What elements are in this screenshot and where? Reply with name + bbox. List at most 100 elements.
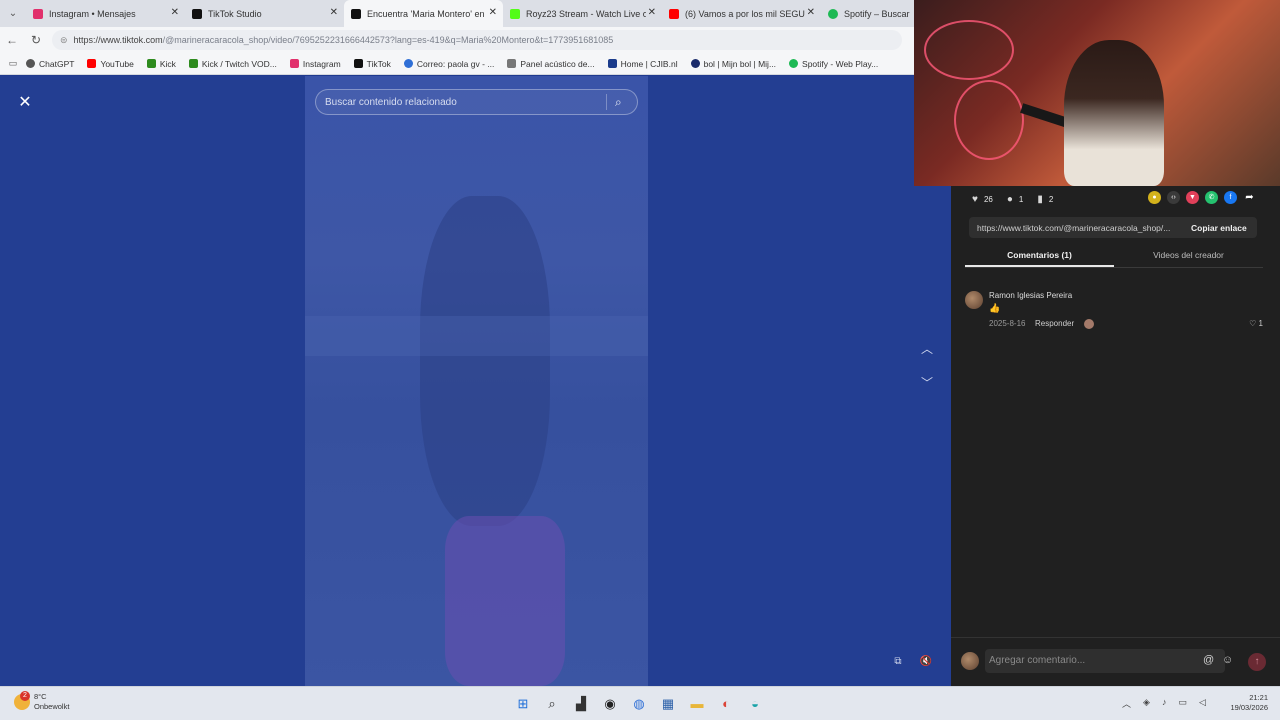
- clock[interactable]: 21:21 19/03/2026: [1228, 693, 1268, 713]
- tab-title: Instagram • Mensajes: [49, 8, 136, 19]
- bookmark-item[interactable]: Spotify - Web Play...: [789, 59, 878, 69]
- close-tab-icon[interactable]: ✕: [330, 7, 338, 18]
- app-icon[interactable]: ◍: [628, 693, 650, 715]
- copy-link-button[interactable]: Copiar enlace: [1179, 223, 1247, 233]
- picture-in-picture-icon[interactable]: ⧉: [889, 653, 907, 671]
- bookmark-item[interactable]: Kick: [146, 59, 176, 69]
- webcam-overlay: [914, 0, 1280, 186]
- mention-icon[interactable]: @: [1203, 654, 1214, 666]
- weather-widget[interactable]: 2 8°C Onbewolkt: [14, 691, 69, 712]
- send-icon[interactable]: ↑: [1248, 653, 1266, 671]
- sidebar-toggle-icon[interactable]: ▭: [0, 58, 26, 69]
- browser-tab[interactable]: TikTok Studio ✕: [185, 0, 344, 27]
- bookmark-item[interactable]: bol | Mijn bol | Mij...: [690, 58, 777, 69]
- browser-tab-active[interactable]: Encuentra 'Maria Montero' en TikTok ✕: [344, 0, 503, 27]
- repost-icon[interactable]: ●: [1148, 191, 1161, 204]
- emoji-icon[interactable]: ☺: [1222, 654, 1233, 666]
- weather-icon: 2: [14, 691, 30, 710]
- reply-button[interactable]: Responder: [1035, 319, 1074, 328]
- site-info-icon[interactable]: ⊜: [60, 35, 68, 46]
- calculator-icon[interactable]: ▦: [657, 693, 679, 715]
- system-tray: ︿ ◈ ♪ ▭ ◁: [1122, 697, 1218, 710]
- whatsapp-icon[interactable]: ✆: [1205, 191, 1218, 204]
- comment-date: 2025-8-16: [989, 319, 1026, 328]
- instagram-icon: [33, 8, 43, 19]
- browser-tab[interactable]: (6) Vamos a por los mil SEGUIDORES ✕: [662, 0, 821, 27]
- close-icon[interactable]: ✕: [14, 92, 36, 114]
- tab-creator-videos[interactable]: Videos del creador: [1114, 247, 1263, 267]
- comment-count: 1: [1018, 194, 1024, 204]
- share-link-row: https://www.tiktok.com/@marineracaracola…: [969, 217, 1257, 238]
- search-icon[interactable]: ⌕: [541, 693, 563, 715]
- video-player[interactable]: [305, 76, 648, 686]
- save-count: 2: [1048, 194, 1054, 204]
- send-friends-icon[interactable]: ▼: [1186, 191, 1199, 204]
- bookmark-item[interactable]: Kick / Twitch VOD...: [188, 59, 277, 69]
- like-button[interactable]: ♥ 26: [972, 194, 993, 205]
- save-button[interactable]: ▮ 2: [1037, 194, 1053, 205]
- mail-icon: [403, 59, 413, 68]
- bookmark-label: bol | Mijn bol | Mij...: [703, 58, 777, 69]
- obs-icon[interactable]: ◉: [599, 693, 621, 715]
- url-field[interactable]: ⊜ https://www.tiktok.com /@marineracarac…: [52, 30, 902, 50]
- related-search-input[interactable]: Buscar contenido relacionado ⌕: [315, 89, 638, 115]
- close-tab-icon[interactable]: ✕: [807, 7, 815, 18]
- search-icon[interactable]: ⌕: [615, 95, 637, 110]
- tab-comments[interactable]: Comentarios (1): [965, 247, 1114, 267]
- next-video-icon[interactable]: ﹀: [916, 372, 938, 394]
- bookmark-item[interactable]: Instagram: [289, 59, 341, 69]
- clock-date: 19/03/2026: [1230, 703, 1268, 712]
- bookmark-item[interactable]: Home | CJIB.nl: [607, 59, 678, 69]
- video-stats: ♥ 26 ● 1 ▮ 2: [972, 191, 1067, 207]
- task-view-icon[interactable]: ▟: [570, 693, 592, 715]
- panel-icon: [507, 59, 517, 68]
- microphone-icon[interactable]: ♪: [1162, 697, 1167, 710]
- kick-icon: [188, 59, 198, 68]
- bookmark-item[interactable]: Panel acústico de...: [507, 59, 595, 69]
- tab-title: TikTok Studio: [208, 8, 262, 19]
- bookmark-item[interactable]: TikTok: [353, 58, 391, 69]
- comment-input[interactable]: Agregar comentario...: [985, 649, 1225, 673]
- browser-tab[interactable]: Royz23 Stream - Watch Live on Kick ✕: [503, 0, 662, 27]
- bookmark-item[interactable]: ChatGPT: [26, 59, 74, 69]
- close-tab-icon[interactable]: ✕: [648, 7, 656, 18]
- tab-list-chevron-icon[interactable]: ⌄: [0, 8, 26, 19]
- mute-icon[interactable]: 🔇: [917, 653, 935, 671]
- embed-icon[interactable]: ‹›: [1167, 191, 1180, 204]
- bol-icon: [690, 59, 700, 68]
- bookmark-label: TikTok: [366, 58, 391, 69]
- reload-icon[interactable]: ↻: [24, 33, 48, 47]
- address-bar: ← ↻ ⊜ https://www.tiktok.com /@marinerac…: [0, 27, 914, 53]
- edge-icon[interactable]: ◒: [744, 693, 766, 715]
- chrome-icon[interactable]: ◐: [715, 693, 737, 715]
- share-link-url[interactable]: https://www.tiktok.com/@marineracaracola…: [969, 223, 1179, 233]
- previous-video-icon[interactable]: ︿: [916, 338, 938, 360]
- network-icon[interactable]: ▭: [1178, 697, 1187, 710]
- close-tab-icon[interactable]: ✕: [171, 7, 179, 18]
- file-explorer-icon[interactable]: ▬: [686, 693, 708, 715]
- windows-start-icon[interactable]: ⊞: [512, 693, 534, 715]
- search-divider: [606, 94, 607, 110]
- tray-chevron-icon[interactable]: ︿: [1122, 697, 1131, 710]
- back-icon[interactable]: ←: [0, 33, 24, 47]
- browser-tab[interactable]: Instagram • Mensajes ✕: [26, 0, 185, 27]
- browser-tab[interactable]: Spotify – Buscar: [821, 0, 911, 27]
- bookmark-icon: ▮: [1037, 193, 1043, 205]
- facebook-icon[interactable]: f: [1224, 191, 1237, 204]
- heart-icon: ♥: [972, 193, 978, 205]
- avatar[interactable]: [965, 291, 983, 309]
- comment-author[interactable]: Ramon Iglesias Pereira: [989, 291, 1072, 300]
- neon-light: [924, 20, 1014, 80]
- bookmark-item[interactable]: YouTube: [87, 59, 134, 69]
- kick-icon: [146, 59, 156, 68]
- comment-text: 👍: [989, 303, 1001, 313]
- tray-app-icon[interactable]: ◈: [1143, 697, 1150, 710]
- volume-icon[interactable]: ◁: [1199, 697, 1206, 710]
- bookmark-item[interactable]: Correo: paola gv - ...: [403, 59, 494, 69]
- close-tab-icon[interactable]: ✕: [489, 7, 497, 18]
- search-placeholder: Buscar contenido relacionado: [325, 96, 457, 108]
- comment-like-button[interactable]: ♡ 1: [1249, 319, 1263, 328]
- video-figure-legs: [445, 516, 565, 686]
- share-more-icon[interactable]: ➦: [1243, 191, 1256, 204]
- comment-button[interactable]: ● 1: [1007, 194, 1024, 205]
